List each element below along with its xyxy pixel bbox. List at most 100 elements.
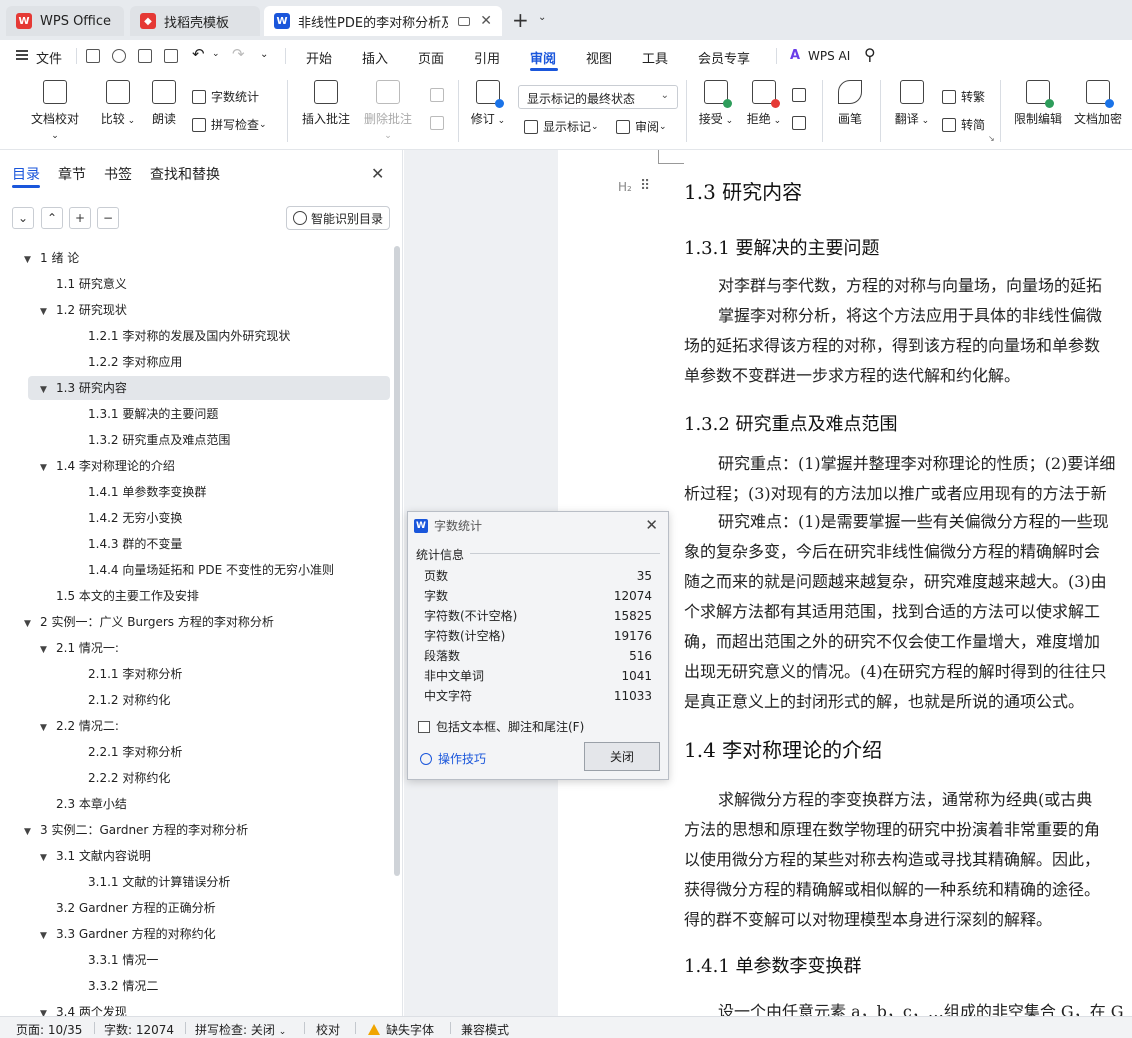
- menu-page[interactable]: 页面: [418, 48, 444, 67]
- show-marks-button[interactable]: 显示标记 ⌄: [524, 118, 599, 135]
- menu-references[interactable]: 引用: [474, 48, 500, 67]
- toc-item[interactable]: ▼ 1.2 研究现状: [0, 298, 392, 322]
- expand-arrow-icon[interactable]: ▼: [40, 456, 52, 480]
- chevron-down-icon[interactable]: ⌄: [212, 49, 220, 59]
- to-simplified-button[interactable]: 转简: [942, 116, 985, 133]
- toc-item[interactable]: 3.1.1 文献的计算错误分析: [0, 870, 392, 894]
- toc-item[interactable]: 1.4.4 向量场延拓和 PDE 不变性的无穷小准则: [0, 558, 392, 582]
- toc-item[interactable]: 1.2.1 李对称的发展及国内外研究现状: [0, 324, 392, 348]
- doc-check-button[interactable]: 文档校对 ⌄: [28, 80, 82, 141]
- toc-item[interactable]: 1.3.1 要解决的主要问题: [0, 402, 392, 426]
- next-comment-icon[interactable]: [430, 116, 449, 130]
- toc-item[interactable]: 1.5 本文的主要工作及安排: [0, 584, 392, 608]
- next-change-icon[interactable]: [792, 116, 811, 130]
- tab-document[interactable]: W 非线性PDE的李对称分析及其 ✕: [264, 6, 502, 36]
- expand-arrow-icon[interactable]: ▼: [40, 378, 52, 402]
- add-heading-icon[interactable]: +: [69, 207, 91, 229]
- menu-review[interactable]: 审阅: [530, 48, 556, 67]
- restrict-edit-button[interactable]: 限制编辑: [1012, 80, 1064, 127]
- read-aloud-button[interactable]: 朗读: [150, 80, 178, 127]
- toc-item[interactable]: ▼ 2.2 情况二:: [0, 714, 392, 738]
- to-traditional-button[interactable]: 转繁: [942, 88, 985, 105]
- spell-check-indicator[interactable]: 拼写检查: 关闭 ⌄: [195, 1021, 286, 1038]
- expand-arrow-icon[interactable]: ▼: [24, 248, 36, 272]
- toc-item[interactable]: 1.4.2 无穷小变换: [0, 506, 392, 530]
- compare-button[interactable]: 比较 ⌄: [98, 80, 138, 127]
- menu-file[interactable]: 文件: [36, 48, 62, 67]
- menu-insert[interactable]: 插入: [362, 48, 388, 67]
- nav-tab-sections[interactable]: 章节: [58, 164, 86, 184]
- menu-view[interactable]: 视图: [586, 48, 612, 67]
- print-icon[interactable]: [138, 49, 152, 63]
- search-icon[interactable]: ⚲: [864, 45, 876, 64]
- collapse-down-icon[interactable]: ⌄: [12, 207, 34, 229]
- close-pane-icon[interactable]: ✕: [371, 164, 384, 183]
- toc-item[interactable]: 1.2.2 李对称应用: [0, 350, 392, 374]
- toc-scrollbar[interactable]: [394, 246, 400, 876]
- encrypt-button[interactable]: 文档加密: [1072, 80, 1124, 127]
- undo-icon[interactable]: ↶: [192, 45, 205, 63]
- toc-item[interactable]: 2.3 本章小结: [0, 792, 392, 816]
- share-icon[interactable]: [112, 49, 126, 63]
- print-preview-icon[interactable]: [164, 49, 178, 63]
- translate-button[interactable]: 翻译 ⌄: [894, 80, 930, 127]
- expand-arrow-icon[interactable]: ▼: [40, 716, 52, 740]
- toc-item[interactable]: 1.1 研究意义: [0, 272, 392, 296]
- smart-toc-button[interactable]: 智能识别目录: [286, 206, 390, 230]
- expand-arrow-icon[interactable]: ▼: [40, 846, 52, 870]
- toc-item[interactable]: 1.4.1 单参数李变换群: [0, 480, 392, 504]
- expand-arrow-icon[interactable]: ▼: [40, 1002, 52, 1016]
- spell-check-button[interactable]: 拼写检查 ⌄: [192, 116, 267, 133]
- tab-wps-office[interactable]: W WPS Office: [6, 6, 124, 36]
- toc-item[interactable]: ▼ 2 实例一：广义 Burgers 方程的李对称分析: [0, 610, 392, 634]
- collapse-up-icon[interactable]: ⌃: [41, 207, 63, 229]
- expand-arrow-icon[interactable]: ▼: [40, 924, 52, 948]
- toc-item[interactable]: 2.2.2 对称约化: [0, 766, 392, 790]
- toc-item[interactable]: ▼ 3 实例二：Gardner 方程的李对称分析: [0, 818, 392, 842]
- toc-item[interactable]: ▼ 1 绪 论: [0, 246, 392, 270]
- pen-button[interactable]: 画笔: [836, 80, 864, 127]
- expand-arrow-icon[interactable]: ▼: [40, 638, 52, 662]
- toc-item[interactable]: 2.1.2 对称约化: [0, 688, 392, 712]
- accept-button[interactable]: 接受 ⌄: [698, 80, 734, 127]
- expand-arrow-icon[interactable]: ▼: [40, 300, 52, 324]
- menu-tools[interactable]: 工具: [642, 48, 668, 67]
- delete-comment-button[interactable]: 删除批注 ⌄: [360, 80, 416, 141]
- hamburger-icon[interactable]: [16, 50, 28, 60]
- insert-comment-button[interactable]: 插入批注: [300, 80, 352, 127]
- nav-tab-toc[interactable]: 目录: [12, 164, 40, 184]
- nav-tab-find-replace[interactable]: 查找和替换: [150, 164, 220, 184]
- toc-item[interactable]: ▼ 1.3 研究内容: [28, 376, 390, 400]
- window-mode-icon[interactable]: [458, 16, 470, 26]
- close-button[interactable]: 关闭: [584, 742, 660, 771]
- toc-item[interactable]: 3.3.1 情况一: [0, 948, 392, 972]
- toc-item[interactable]: ▼ 2.1 情况一:: [0, 636, 392, 660]
- toc-item[interactable]: ▼ 3.4 两个发现: [0, 1000, 392, 1016]
- expand-arrow-icon[interactable]: ▼: [24, 612, 36, 636]
- include-notes-checkbox[interactable]: 包括文本框、脚注和尾注(F): [418, 718, 584, 735]
- toc-item[interactable]: 2.1.1 李对称分析: [0, 662, 392, 686]
- new-tab-icon[interactable]: +: [512, 8, 529, 32]
- word-count-button[interactable]: 字数统计: [192, 88, 259, 105]
- menu-member[interactable]: 会员专享: [698, 48, 750, 67]
- menu-home[interactable]: 开始: [306, 48, 332, 67]
- toc-item[interactable]: ▼ 3.3 Gardner 方程的对称约化: [0, 922, 392, 946]
- missing-font-indicator[interactable]: 缺失字体: [368, 1021, 434, 1038]
- review-pane-button[interactable]: 审阅 ⌄: [616, 118, 667, 135]
- redo-icon[interactable]: ↷: [232, 45, 245, 63]
- save-icon[interactable]: [86, 49, 100, 63]
- toc-item[interactable]: ▼ 1.4 李对称理论的介绍: [0, 454, 392, 478]
- markup-state-select[interactable]: 显示标记的最终状态 ⌄: [518, 85, 678, 109]
- chevron-down-icon[interactable]: ⌄: [260, 49, 268, 60]
- expand-group-icon[interactable]: ↘: [988, 134, 995, 143]
- remove-heading-icon[interactable]: −: [97, 207, 119, 229]
- previous-change-icon[interactable]: [792, 88, 811, 102]
- page-indicator[interactable]: 页面: 10/35: [16, 1021, 82, 1038]
- drag-handle-icon[interactable]: ⠿: [640, 178, 650, 194]
- expand-arrow-icon[interactable]: ▼: [24, 820, 36, 844]
- tab-docer-templates[interactable]: ◆ 找稻壳模板: [130, 6, 260, 36]
- previous-comment-icon[interactable]: [430, 88, 449, 102]
- proof-indicator[interactable]: 校对: [316, 1021, 340, 1038]
- word-count-indicator[interactable]: 字数: 12074: [104, 1021, 174, 1038]
- chevron-down-icon[interactable]: ⌄: [538, 12, 546, 23]
